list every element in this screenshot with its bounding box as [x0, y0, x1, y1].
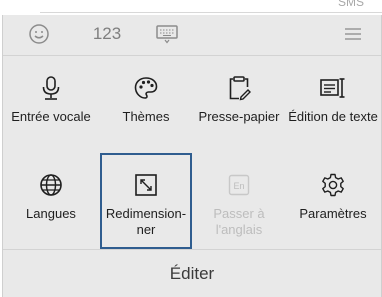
app-top-strip: SMS	[0, 0, 382, 14]
sms-label: SMS	[337, 0, 364, 9]
resize-tile[interactable]: Redimension- ner	[100, 153, 192, 249]
tools-grid: Entrée vocale Thèmes Presse-papier Éditi…	[3, 56, 381, 249]
settings-label: Paramètres	[299, 206, 367, 221]
keyboard-screen: SMS 123 Entrée vocale Thèmes Presse-papi…	[0, 0, 382, 297]
smiley-icon[interactable]	[25, 20, 53, 48]
settings-gear-icon	[319, 171, 347, 199]
themes-label: Thèmes	[122, 109, 170, 124]
switch-to-english-label: Passer à l'anglais	[213, 206, 265, 237]
keyboard-panel: 123 Entrée vocale Thèmes Presse-papier É…	[2, 15, 382, 297]
globe-icon	[37, 171, 65, 199]
edit-footer-label: Éditer	[169, 264, 215, 283]
text-edit-icon	[319, 74, 347, 102]
keyboard-toolbar: 123	[3, 15, 381, 56]
app-divider	[40, 12, 382, 13]
text-editing-tile[interactable]: Édition de texte	[287, 56, 379, 152]
themes-tile[interactable]: Thèmes	[100, 56, 192, 152]
resize-icon	[132, 171, 160, 199]
hamburger-icon[interactable]	[339, 20, 367, 48]
languages-tile[interactable]: Langues	[5, 153, 97, 249]
clipboard-tile[interactable]: Presse-papier	[193, 56, 285, 152]
palette-icon	[132, 74, 160, 102]
settings-tile[interactable]: Paramètres	[287, 153, 379, 249]
voice-input-label: Entrée vocale	[11, 109, 91, 124]
numbers-key[interactable]: 123	[87, 20, 127, 48]
switch-to-english-tile[interactable]: En Passer à l'anglais	[193, 153, 285, 249]
keyboard-icon[interactable]	[151, 20, 183, 48]
en-icon: En	[225, 171, 253, 199]
microphone-icon	[37, 74, 65, 102]
text-editing-label: Édition de texte	[288, 109, 378, 124]
voice-input-tile[interactable]: Entrée vocale	[5, 56, 97, 152]
edit-footer-button[interactable]: Éditer	[3, 249, 381, 297]
en-badge-text: En	[233, 181, 244, 191]
clipboard-icon	[225, 74, 253, 102]
resize-label: Redimension- ner	[105, 206, 187, 237]
clipboard-label: Presse-papier	[198, 109, 280, 124]
languages-label: Langues	[26, 206, 76, 221]
